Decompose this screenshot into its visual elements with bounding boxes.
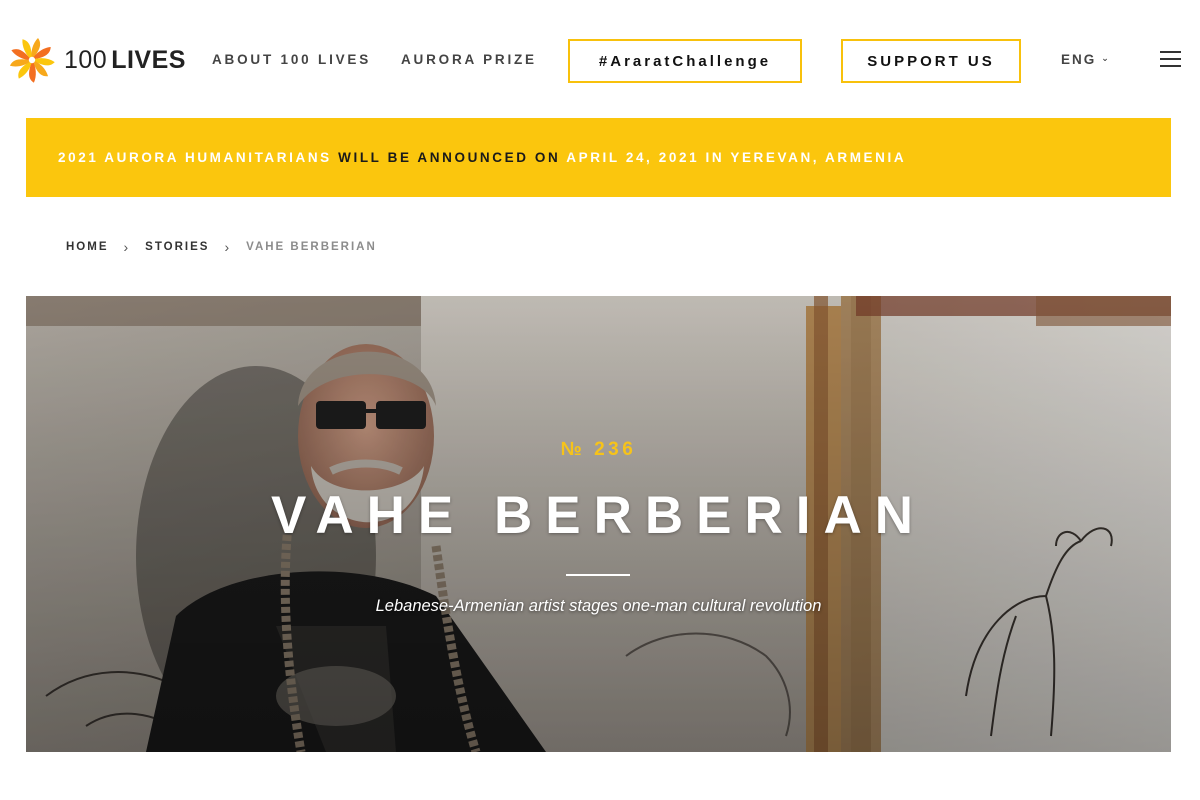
logo-word: LIVES xyxy=(111,45,186,74)
language-selector[interactable]: ENG ⌄ xyxy=(1061,52,1109,67)
breadcrumb-separator-icon: › xyxy=(123,239,129,255)
nav-aurora-prize[interactable]: AURORA PRIZE xyxy=(401,52,537,67)
breadcrumb: HOME › STORIES › VAHE BERBERIAN xyxy=(66,239,377,255)
hamburger-menu-icon[interactable] xyxy=(1160,51,1181,67)
hero-text-block: № 236 VAHE BERBERIAN Lebanese-Armenian a… xyxy=(26,296,1171,752)
chevron-down-icon: ⌄ xyxy=(1101,53,1109,63)
story-subtitle: Lebanese-Armenian artist stages one-man … xyxy=(375,597,822,615)
title-divider xyxy=(566,574,630,576)
announcement-part-1: 2021 AURORA HUMANITARIANS xyxy=(58,150,339,165)
story-number: № 236 xyxy=(560,439,637,460)
support-us-button[interactable]: SUPPORT US xyxy=(841,39,1021,83)
announcement-part-2: WILL BE ANNOUNCED ON xyxy=(338,150,567,165)
announcement-banner: 2021 AURORA HUMANITARIANS WILL BE ANNOUN… xyxy=(26,118,1171,197)
site-logo[interactable]: 100 LIVES xyxy=(8,36,186,84)
language-label: ENG xyxy=(1061,52,1097,67)
announcement-part-3: APRIL 24, 2021 IN YEREVAN, ARMENIA xyxy=(566,150,907,165)
breadcrumb-current-page: VAHE BERBERIAN xyxy=(246,241,377,253)
logo-number: 100 xyxy=(64,45,108,74)
story-hero: № 236 VAHE BERBERIAN Lebanese-Armenian a… xyxy=(26,296,1171,752)
breadcrumb-home[interactable]: HOME xyxy=(66,241,109,253)
breadcrumb-separator-icon: › xyxy=(224,239,230,255)
story-title: VAHE BERBERIAN xyxy=(270,486,927,545)
breadcrumb-stories[interactable]: STORIES xyxy=(145,241,209,253)
aurora-flower-icon xyxy=(9,38,55,83)
site-header: 100 LIVES ABOUT 100 LIVES AURORA PRIZE #A… xyxy=(0,0,1200,118)
ararat-challenge-button[interactable]: #AraratChallenge xyxy=(568,39,802,83)
announcement-text: 2021 AURORA HUMANITARIANS WILL BE ANNOUN… xyxy=(58,150,906,165)
nav-about-100-lives[interactable]: ABOUT 100 LIVES xyxy=(212,52,371,67)
logo-text: 100 LIVES xyxy=(64,46,186,75)
